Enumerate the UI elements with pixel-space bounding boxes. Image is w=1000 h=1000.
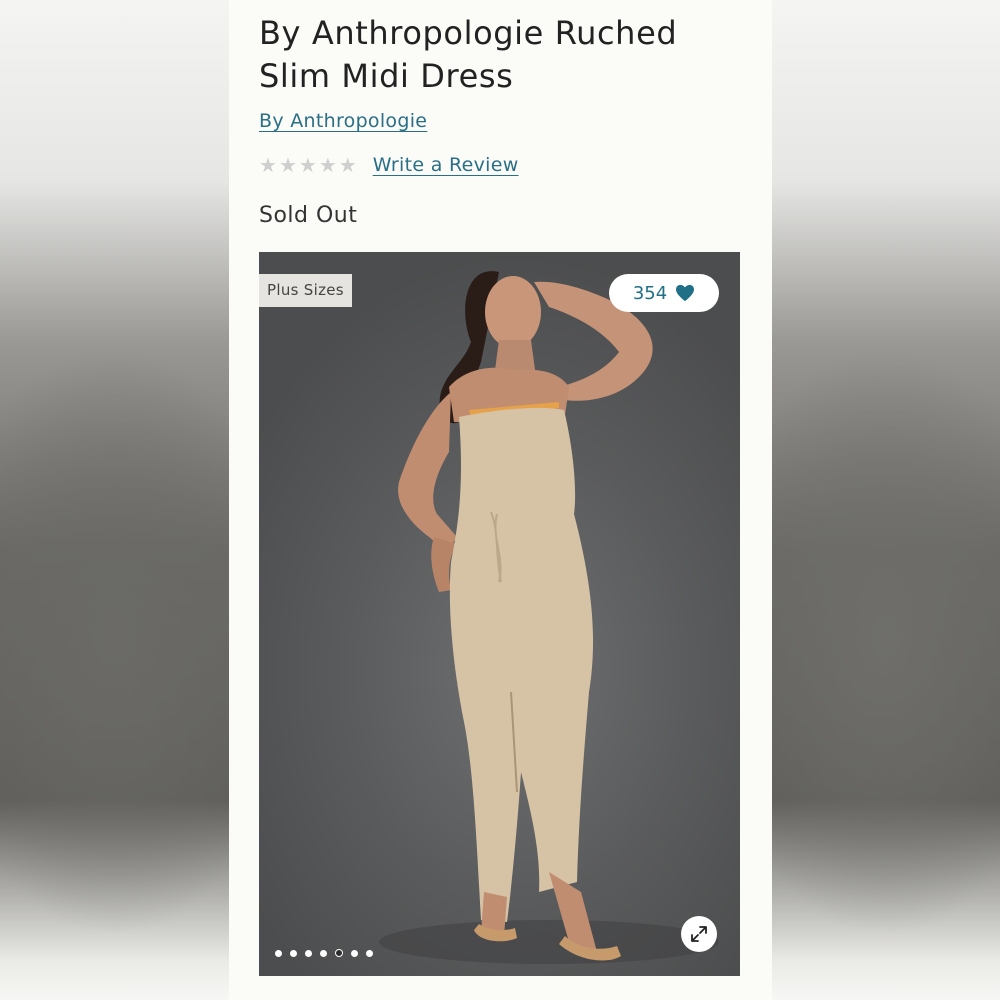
product-page: By Anthropologie Ruched Slim Midi Dress … bbox=[229, 0, 772, 1000]
write-review-link[interactable]: Write a Review bbox=[373, 154, 519, 176]
pagination-dot[interactable] bbox=[290, 949, 297, 957]
gallery-pagination bbox=[275, 949, 373, 957]
expand-icon bbox=[691, 926, 707, 942]
star-icon: ★ bbox=[298, 153, 317, 177]
product-title: By Anthropologie Ruched Slim Midi Dress bbox=[259, 14, 678, 95]
star-icon: ★ bbox=[278, 153, 297, 177]
stock-status: Sold Out bbox=[259, 203, 358, 228]
product-photo bbox=[379, 271, 719, 964]
heart-icon bbox=[676, 284, 695, 302]
pagination-dot[interactable] bbox=[305, 949, 312, 957]
pagination-dot[interactable] bbox=[351, 949, 358, 957]
star-rating[interactable]: ★ ★ ★ ★ ★ bbox=[259, 152, 357, 178]
pagination-dot-active[interactable] bbox=[335, 949, 343, 957]
star-icon: ★ bbox=[318, 153, 337, 177]
brand-link[interactable]: By Anthropologie bbox=[259, 110, 427, 132]
product-image-gallery[interactable]: Plus Sizes 354 bbox=[259, 252, 740, 976]
plus-sizes-tag: Plus Sizes bbox=[259, 274, 352, 307]
like-button[interactable]: 354 bbox=[609, 274, 719, 312]
star-icon: ★ bbox=[338, 153, 357, 177]
likes-count: 354 bbox=[632, 282, 668, 304]
star-icon: ★ bbox=[259, 153, 277, 177]
pagination-dot[interactable] bbox=[320, 949, 327, 957]
pagination-dot[interactable] bbox=[275, 949, 282, 957]
pagination-dot[interactable] bbox=[366, 949, 373, 957]
rating-row: ★ ★ ★ ★ ★ Write a Review bbox=[259, 152, 519, 178]
expand-image-button[interactable] bbox=[681, 916, 717, 952]
